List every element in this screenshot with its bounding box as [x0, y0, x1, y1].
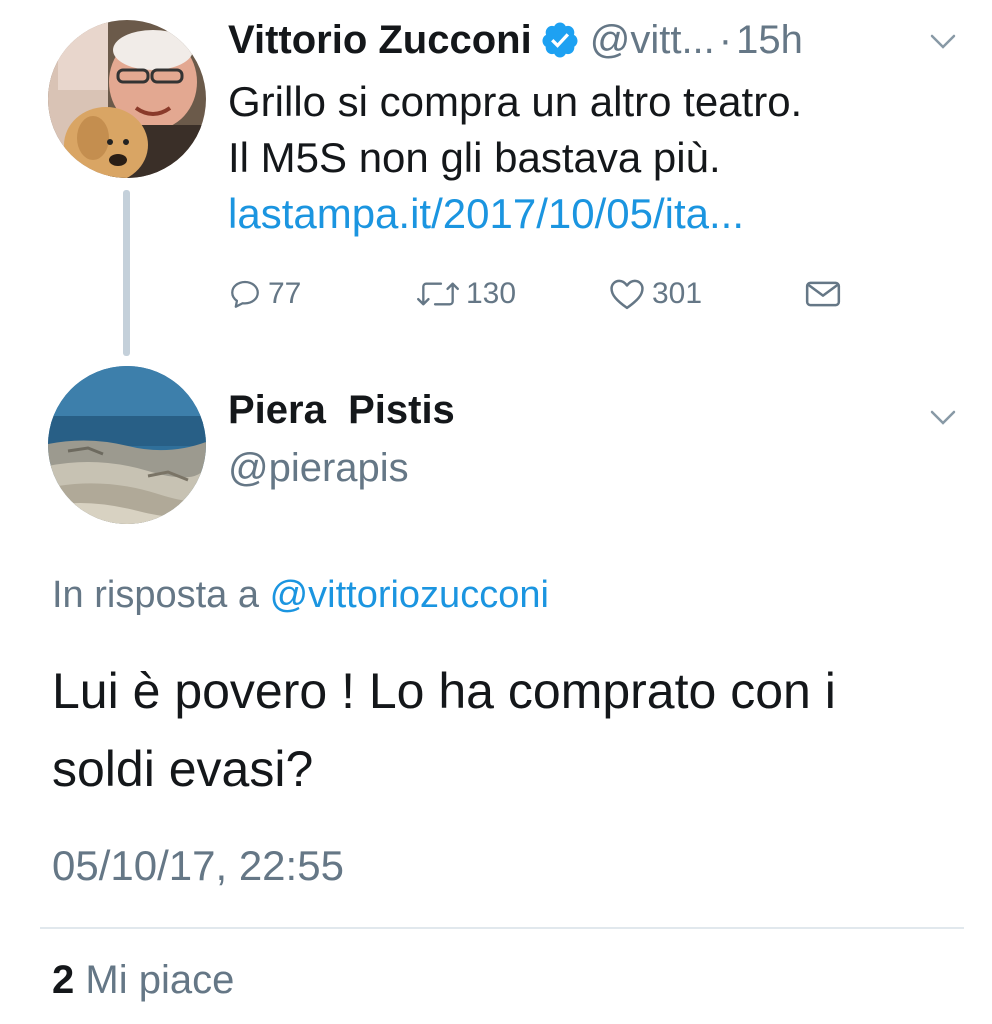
- reply-timestamp: 05/10/17, 22:55: [52, 842, 344, 889]
- like-button[interactable]: 301: [608, 270, 702, 318]
- tweet-detail-view: Vittorio Zucconi @vitt... · 15h Grillo s…: [0, 0, 992, 1024]
- reply-icon: [231, 280, 259, 308]
- original-author-handle[interactable]: @vitt...: [590, 18, 715, 63]
- divider: [40, 927, 964, 929]
- avatar-vittorio-zucconi[interactable]: [48, 20, 206, 178]
- reply-count: 77: [268, 277, 302, 310]
- direct-message-icon: [805, 281, 841, 307]
- avatar-photo: [48, 366, 206, 524]
- thread-connector-line: [123, 190, 130, 356]
- tweet-link[interactable]: lastampa.it/2017/10/05/ita...: [228, 186, 958, 242]
- tweet-action-bar: 77 130 301: [228, 270, 868, 318]
- retweet-icon: [417, 282, 459, 306]
- separator-dot: ·: [718, 17, 733, 62]
- likes-summary[interactable]: 2 Mi piace: [52, 958, 234, 1003]
- reply-tweet-text: Lui è povero ! Lo ha comprato con i sold…: [52, 652, 962, 808]
- likes-count: 2: [52, 958, 75, 1002]
- original-tweet-header: Vittorio Zucconi @vitt... · 15h: [228, 12, 952, 68]
- in-reply-prefix: In risposta a: [52, 574, 259, 616]
- chevron-down-icon[interactable]: [928, 32, 958, 52]
- avatar-photo: [48, 20, 206, 178]
- tweet-text-line: Il M5S non gli bastava più.: [228, 134, 721, 181]
- tweet-time: 15h: [736, 17, 803, 62]
- in-reply-to: In risposta a @vittoriozucconi: [52, 574, 549, 617]
- chevron-down-icon[interactable]: [928, 408, 958, 428]
- original-author-name[interactable]: Vittorio Zucconi: [228, 18, 532, 63]
- in-reply-mention-link[interactable]: @vittoriozucconi: [270, 574, 549, 616]
- reply-author-handle[interactable]: @pierapis: [228, 446, 409, 491]
- reply-text-line: Lui è povero ! Lo ha comprato con i: [52, 663, 836, 719]
- likes-label: Mi piace: [85, 958, 235, 1002]
- retweet-count: 130: [466, 277, 517, 310]
- retweet-button[interactable]: 130: [416, 270, 516, 318]
- reply-text-line: soldi evasi?: [52, 741, 314, 797]
- like-count: 301: [652, 277, 703, 310]
- like-heart-icon: [610, 279, 644, 310]
- verified-badge-icon: [542, 22, 578, 58]
- direct-message-button[interactable]: [804, 270, 842, 318]
- avatar-piera-pistis[interactable]: [48, 366, 206, 524]
- original-tweet-text: Grillo si compra un altro teatro. Il M5S…: [228, 74, 958, 242]
- reply-author-name[interactable]: Piera Pistis: [228, 388, 455, 433]
- tweet-text-line: Grillo si compra un altro teatro.: [228, 78, 803, 125]
- reply-button[interactable]: 77: [228, 270, 301, 318]
